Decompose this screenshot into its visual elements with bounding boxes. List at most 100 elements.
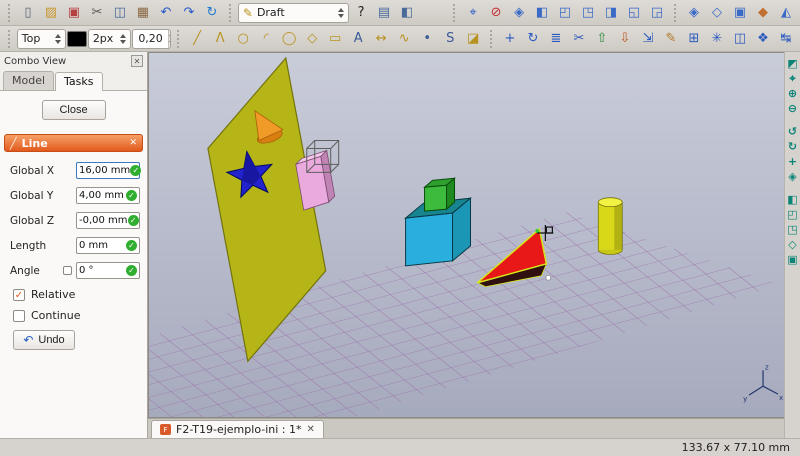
checkbox-box[interactable]: ✓ — [13, 289, 25, 301]
toolbar-grip[interactable] — [490, 30, 493, 48]
draft-rotate-icon[interactable]: ↻ — [522, 29, 544, 49]
viewport-3d[interactable]: z x y — [148, 52, 784, 418]
save-icon[interactable]: ▣ — [63, 3, 85, 23]
document-tab-close-icon[interactable]: ✕ — [307, 424, 315, 435]
view-isometric-icon[interactable]: ◈ — [508, 3, 530, 23]
nav-view-top-icon[interactable]: ◰ — [786, 208, 799, 221]
undo-icon[interactable]: ↶ — [155, 3, 177, 23]
checkbox-relative[interactable]: ✓ Relative — [13, 288, 143, 301]
field-input[interactable]: -0,00 mm ✓ — [76, 212, 140, 229]
draft-scale-icon[interactable]: ⇲ — [637, 29, 659, 49]
spin-up-icon[interactable] — [169, 30, 172, 39]
toolbar-grip[interactable] — [8, 4, 11, 22]
spin-down-icon[interactable] — [169, 39, 172, 48]
draft-downgrade-icon[interactable]: ⇩ — [614, 29, 636, 49]
draft-rectangle-icon[interactable]: ▭ — [324, 29, 346, 49]
view-bottom-icon[interactable]: ◱ — [623, 3, 645, 23]
paste-icon[interactable]: ▦ — [132, 3, 154, 23]
field-input[interactable]: 16,00 mm ✓ — [76, 162, 140, 179]
clip-plane-icon[interactable]: ◭ — [775, 3, 797, 23]
view-home-icon[interactable]: ▣ — [729, 3, 751, 23]
draft-edit-icon[interactable]: ✎ — [660, 29, 682, 49]
toolbar-grip[interactable] — [453, 4, 456, 22]
draft-upgrade-icon[interactable]: ⇧ — [591, 29, 613, 49]
nav-view-iso-icon[interactable]: ◈ — [786, 170, 799, 183]
toolbar-grip[interactable] — [674, 4, 677, 22]
draft-polar-array-icon[interactable]: ✳ — [706, 29, 728, 49]
field-input[interactable]: 0 ° ✓ — [76, 262, 140, 279]
workbench-selector[interactable]: ✎ Draft — [238, 3, 349, 23]
nav-pan-icon[interactable]: + — [786, 155, 799, 168]
draft-circle-icon[interactable]: ○ — [232, 29, 254, 49]
angle-lock-checkbox[interactable] — [63, 266, 72, 275]
draft-facebinder-icon[interactable]: ◪ — [462, 29, 484, 49]
draft-shapestring-icon[interactable]: S — [439, 29, 461, 49]
nav-cube-icon[interactable]: ◩ — [786, 57, 799, 70]
view-fit-icon[interactable]: ⌖ — [462, 3, 484, 23]
view-left-icon[interactable]: ◲ — [646, 3, 668, 23]
panels-icon[interactable]: ◧ — [396, 3, 418, 23]
draft-polyline-icon[interactable]: Λ — [209, 29, 231, 49]
line-color-swatch[interactable] — [67, 31, 87, 47]
draft-line-icon[interactable]: ╱ — [186, 29, 208, 49]
draft-bspline-icon[interactable]: ∿ — [393, 29, 415, 49]
undo-button[interactable]: ↶ Undo — [13, 330, 75, 350]
refresh-icon[interactable]: ↻ — [201, 3, 223, 23]
close-task-button[interactable]: Close — [42, 100, 106, 120]
toolbar-grip[interactable] — [8, 30, 11, 48]
nav-zoom-out-icon[interactable]: ⊖ — [786, 102, 799, 115]
nav-view-front-icon[interactable]: ◧ — [786, 193, 799, 206]
checkbox-box[interactable] — [13, 310, 25, 322]
draft-mirror-icon[interactable]: ◫ — [729, 29, 751, 49]
nav-zoom-in-icon[interactable]: ⊕ — [786, 87, 799, 100]
view-top-icon[interactable]: ◰ — [554, 3, 576, 23]
green-cube[interactable] — [425, 178, 455, 211]
tab-tasks[interactable]: Tasks — [55, 72, 102, 91]
copy-icon[interactable]: ◫ — [109, 3, 131, 23]
nav-orbit-right-icon[interactable]: ↻ — [786, 140, 799, 153]
nav-orbit-left-icon[interactable]: ↺ — [786, 125, 799, 138]
draft-ellipse-icon[interactable]: ◯ — [278, 29, 300, 49]
texture-view-icon[interactable]: ◆ — [752, 3, 774, 23]
draft-polygon-icon[interactable]: ◇ — [301, 29, 323, 49]
yellow-cylinder[interactable] — [598, 198, 622, 255]
field-input[interactable]: 0 mm ✓ — [76, 237, 140, 254]
draft-array-icon[interactable]: ⊞ — [683, 29, 705, 49]
open-file-icon[interactable]: ▨ — [40, 3, 62, 23]
toolbar-grip[interactable] — [177, 30, 180, 48]
line-width-selector[interactable]: 2px — [88, 29, 132, 49]
nav-view-axo-icon[interactable]: ◇ — [786, 238, 799, 251]
draft-move-icon[interactable]: + — [499, 29, 521, 49]
view-right-icon[interactable]: ◳ — [577, 3, 599, 23]
whats-this-icon[interactable]: ? — [350, 3, 372, 23]
scale-spinbox[interactable]: 0,20 — [132, 29, 171, 49]
tab-model[interactable]: Model — [3, 71, 54, 90]
draft-clone-icon[interactable]: ❖ — [752, 29, 774, 49]
view-rear-icon[interactable]: ◨ — [600, 3, 622, 23]
draft-point-icon[interactable]: • — [416, 29, 438, 49]
draft-offset-icon[interactable]: ≣ — [545, 29, 567, 49]
working-plane-selector[interactable]: Top — [17, 29, 66, 49]
view-dimetric-icon[interactable]: ◈ — [683, 3, 705, 23]
draft-dimension-icon[interactable]: ↔ — [370, 29, 392, 49]
draft-stretch-icon[interactable]: ↹ — [775, 29, 797, 49]
redo-icon[interactable]: ↷ — [178, 3, 200, 23]
nav-view-right-icon[interactable]: ◳ — [786, 223, 799, 236]
cut-icon[interactable]: ✂ — [86, 3, 108, 23]
checkbox-continue[interactable]: Continue — [13, 309, 143, 322]
view-front-icon[interactable]: ◧ — [531, 3, 553, 23]
toolbar-grip[interactable] — [229, 4, 232, 22]
draft-arc-icon[interactable]: ◜ — [255, 29, 277, 49]
field-input[interactable]: 4,00 mm ✓ — [76, 187, 140, 204]
console-icon[interactable]: ▤ — [373, 3, 395, 23]
draft-text-icon[interactable]: A — [347, 29, 369, 49]
draw-style-icon[interactable]: ⊘ — [485, 3, 507, 23]
draft-trimex-icon[interactable]: ✂ — [568, 29, 590, 49]
combo-view-close-icon[interactable]: ✕ — [131, 55, 143, 67]
new-file-icon[interactable]: ▯ — [17, 3, 39, 23]
nav-dock-icon[interactable]: ▣ — [786, 253, 799, 266]
nav-zoom-fit-icon[interactable]: ⌖ — [786, 72, 799, 85]
view-trimetric-icon[interactable]: ◇ — [706, 3, 728, 23]
line-task-close-icon[interactable]: ✕ — [129, 138, 137, 148]
document-tab[interactable]: F F2-T19-ejemplo-ini : 1* ✕ — [151, 420, 324, 438]
